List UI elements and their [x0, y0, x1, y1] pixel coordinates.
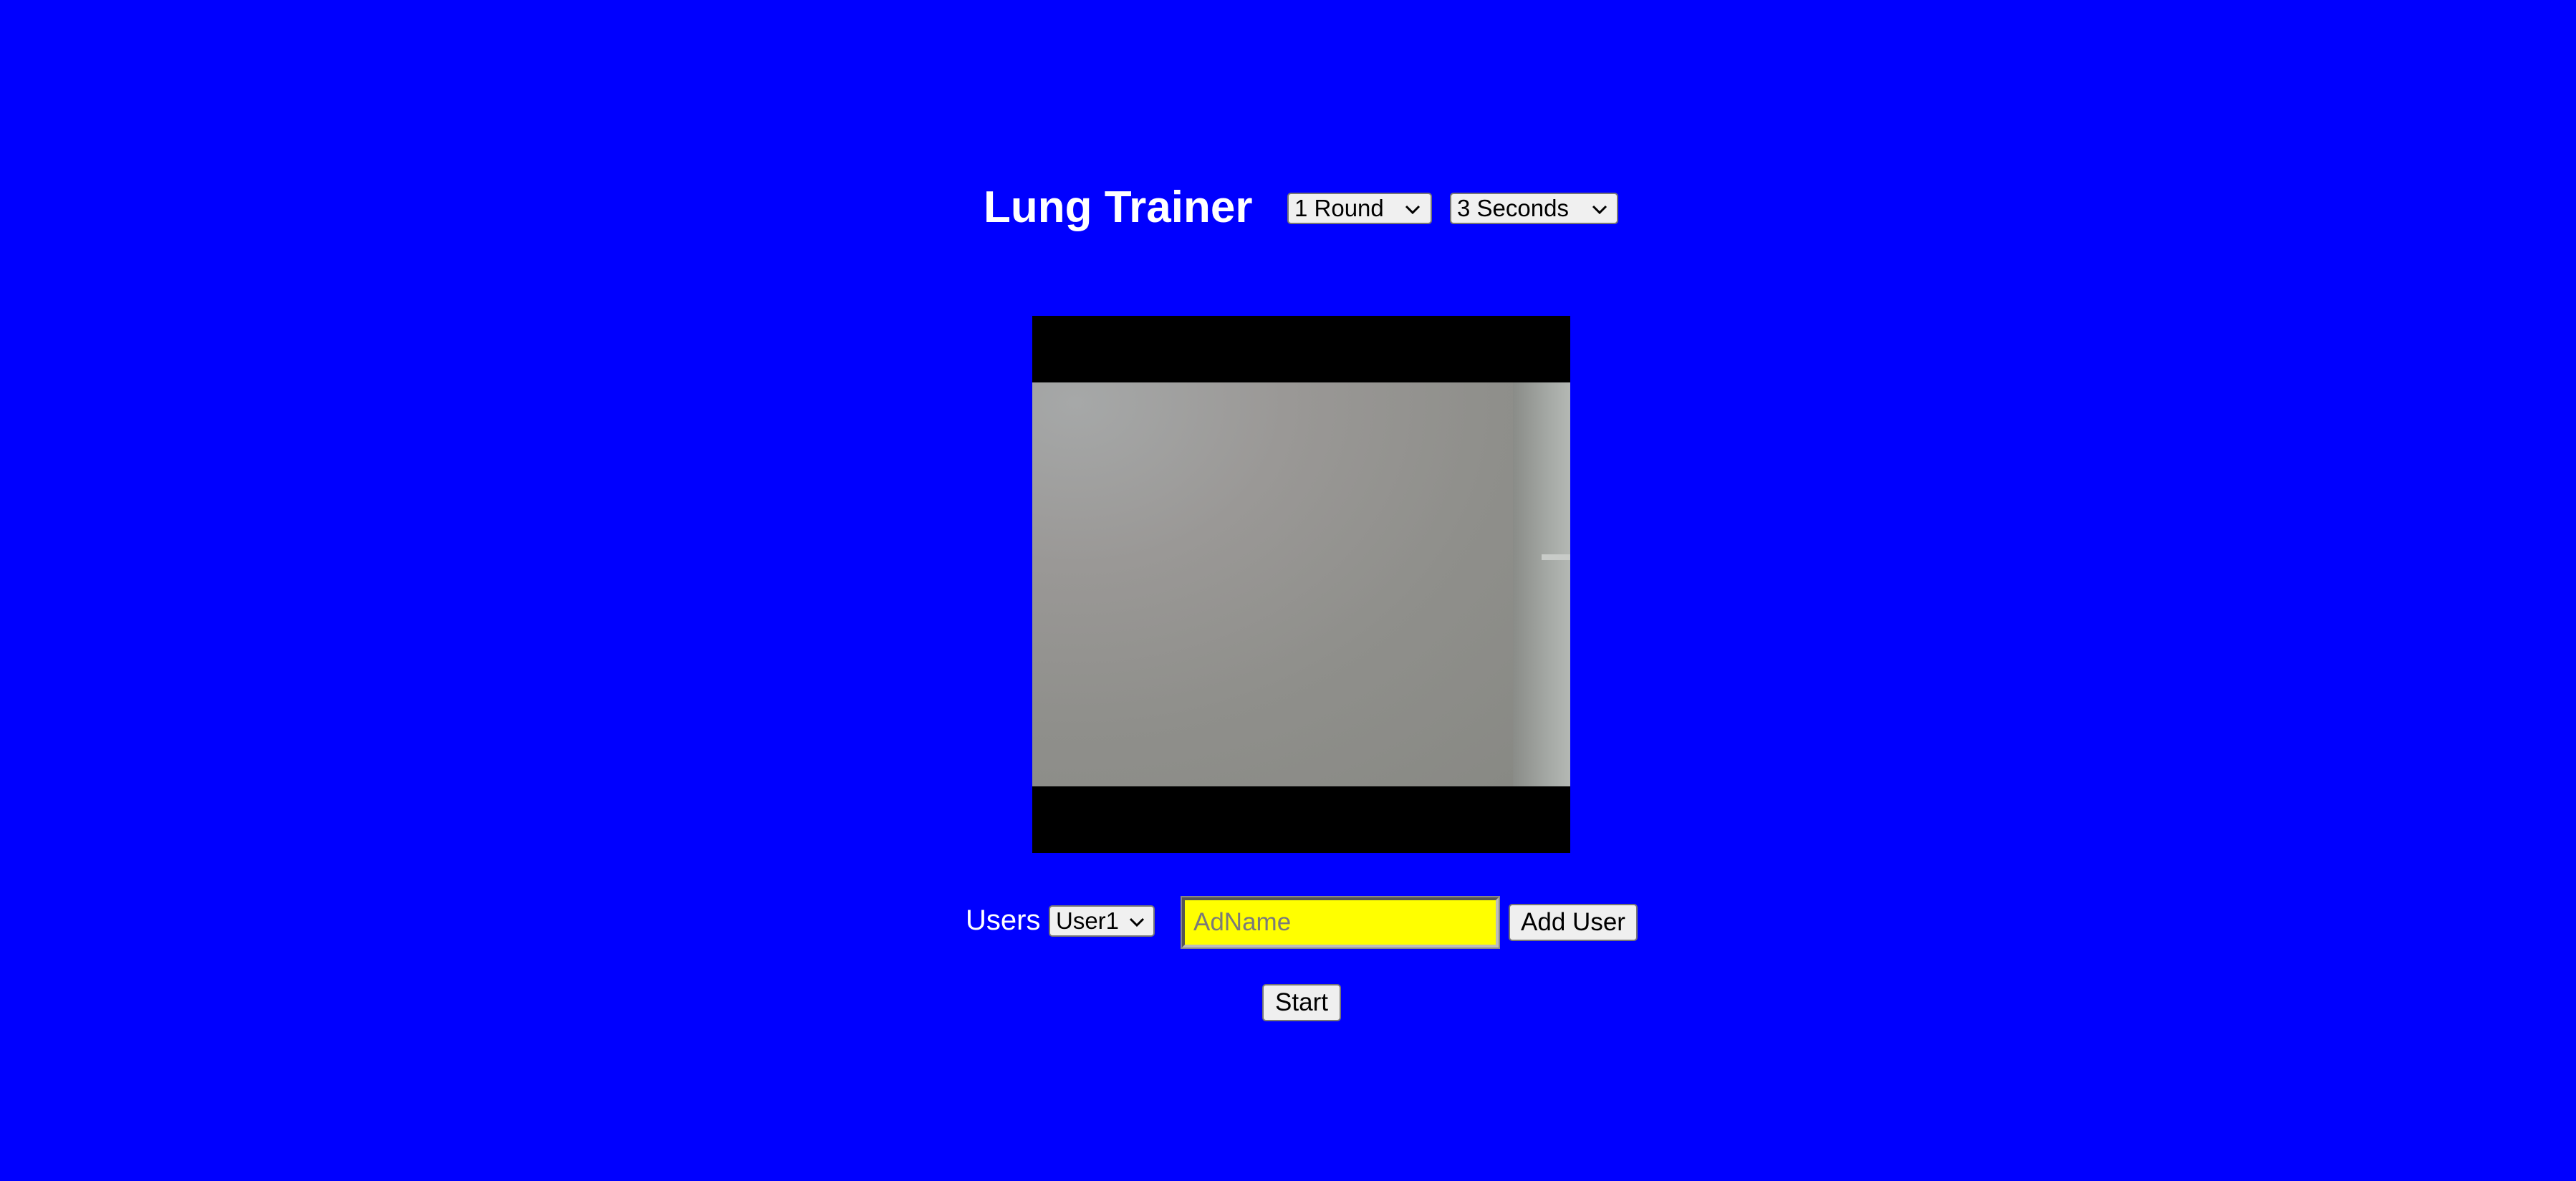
users-select-value: User1: [1056, 907, 1120, 934]
camera-image: [1032, 382, 1570, 786]
add-user-button[interactable]: Add User: [1509, 904, 1638, 941]
rounds-select[interactable]: 1 Round: [1287, 193, 1432, 224]
seconds-select[interactable]: 3 Seconds: [1450, 193, 1618, 224]
users-label: Users: [966, 905, 1041, 936]
users-select[interactable]: User1: [1049, 905, 1155, 937]
page: Lung Trainer 1 Round 3 Seconds Users Use…: [0, 0, 2576, 1181]
chevron-down-icon: [1129, 917, 1145, 927]
start-button[interactable]: Start: [1262, 984, 1341, 1021]
new-user-name-input[interactable]: [1181, 896, 1500, 949]
page-title: Lung Trainer: [984, 183, 1253, 232]
camera-wall-edge: [1513, 382, 1570, 786]
camera-feed: [1032, 316, 1570, 853]
chevron-down-icon: [1405, 205, 1421, 215]
camera-shelf-edge: [1542, 554, 1570, 560]
seconds-select-value: 3 Seconds: [1457, 195, 1569, 221]
chevron-down-icon: [1592, 205, 1607, 215]
rounds-select-value: 1 Round: [1294, 195, 1384, 221]
